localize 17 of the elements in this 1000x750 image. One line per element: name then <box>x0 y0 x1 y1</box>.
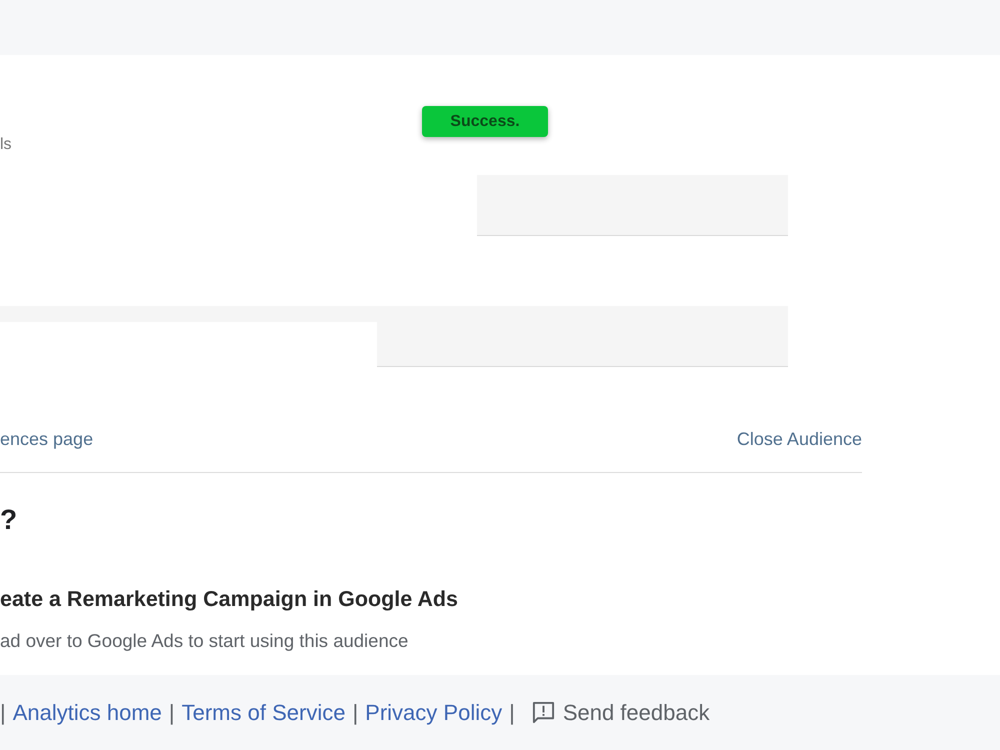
separator: | <box>509 700 515 726</box>
input-field[interactable] <box>477 175 788 236</box>
footer-link[interactable]: Privacy Policy <box>365 700 502 726</box>
separator: | <box>352 700 358 726</box>
field-label: ls <box>0 135 12 155</box>
step-description: ad over to Google Ads to start using this audience <box>0 630 408 652</box>
separator: | <box>0 700 6 726</box>
send-feedback-button[interactable]: Send feedback <box>532 700 710 726</box>
text-link[interactable]: Close Audience <box>736 428 862 450</box>
text-link[interactable]: ences page <box>0 428 94 450</box>
footer-link[interactable]: Terms of Service <box>182 700 346 726</box>
step-title: eate a Remarketing Campaign in Google Ads <box>0 586 458 612</box>
section-heading: ? <box>0 503 18 537</box>
feedback-icon <box>532 701 555 724</box>
separator: | <box>168 700 175 726</box>
success-toast: Success. <box>422 106 548 137</box>
footer-link[interactable]: Analytics home <box>12 700 162 726</box>
